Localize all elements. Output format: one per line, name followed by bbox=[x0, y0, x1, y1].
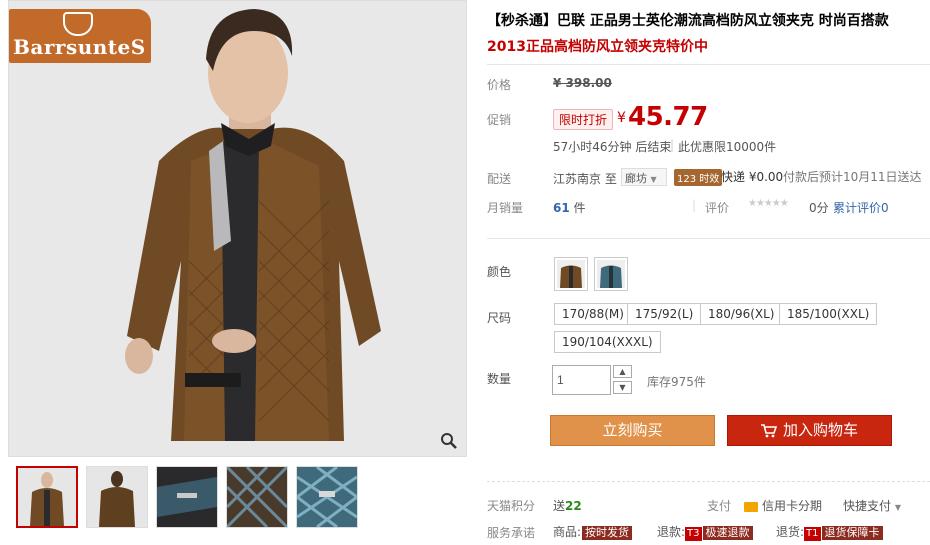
color-swatch-blue[interactable] bbox=[594, 257, 628, 291]
service-label: 服务承诺 bbox=[487, 526, 536, 540]
payment-label: 支付 bbox=[707, 499, 732, 513]
stock-count: 库存975件 bbox=[647, 375, 706, 389]
price-label: 价格 bbox=[487, 78, 512, 92]
delivery-label: 配送 bbox=[487, 172, 512, 186]
thumbnail-1[interactable] bbox=[16, 466, 78, 528]
model-photo bbox=[9, 1, 466, 456]
brand-mark-icon bbox=[63, 12, 93, 36]
divider bbox=[487, 64, 930, 65]
sales-divider: | bbox=[692, 198, 697, 212]
countdown-text: 57小时46分钟 后结束 bbox=[553, 140, 672, 154]
credit-card-icon bbox=[744, 501, 758, 512]
points-prefix: 送 bbox=[553, 499, 566, 513]
original-price: ¥ 398.00 bbox=[553, 76, 612, 90]
service-shipping: 商品: 按时发货 bbox=[553, 523, 633, 540]
size-option-m[interactable]: 170/88(M) bbox=[554, 303, 632, 325]
size-option-xl[interactable]: 180/96(XL) bbox=[700, 303, 783, 325]
refund-tag[interactable]: 极速退款 bbox=[702, 526, 753, 540]
destination-city-select[interactable]: 廊坊 ▼ bbox=[621, 168, 667, 186]
delivery-time-badge: 123 时效 bbox=[674, 169, 723, 186]
rating-score: 0分 bbox=[809, 201, 829, 215]
quantity-label: 数量 bbox=[487, 372, 512, 386]
return-code: T1 bbox=[804, 527, 821, 541]
express-fee: 快递 ¥0.00 bbox=[721, 170, 784, 184]
points-number: 22 bbox=[565, 499, 582, 513]
divider bbox=[487, 481, 930, 482]
sales-unit: 件 bbox=[573, 201, 586, 215]
quantity-input[interactable] bbox=[552, 365, 611, 395]
thumbnail-4[interactable] bbox=[226, 466, 288, 528]
return-tag[interactable]: 退货保障卡 bbox=[821, 526, 883, 540]
shipping-prefix: 商品: bbox=[553, 525, 582, 539]
chevron-down-icon: ▼ bbox=[650, 175, 657, 184]
service-refund: 退款: T3 极速退款 bbox=[657, 523, 753, 541]
monthly-sales-label: 月销量 bbox=[487, 201, 524, 215]
currency-symbol: ¥ bbox=[617, 110, 626, 126]
divider bbox=[487, 238, 930, 239]
delivery-from: 江苏南京 至 bbox=[553, 172, 617, 186]
brand-logo: BarrsunteS bbox=[9, 9, 151, 63]
zoom-icon[interactable] bbox=[440, 432, 458, 450]
color-label: 颜色 bbox=[487, 265, 512, 279]
cart-icon bbox=[760, 423, 777, 437]
product-subtitle: 2013正品高档防风立领夹克特价中 bbox=[487, 39, 708, 55]
destination-city: 廊坊 bbox=[625, 172, 647, 185]
size-label: 尺码 bbox=[487, 311, 512, 325]
promo-tag: 限时打折 bbox=[553, 109, 614, 130]
rating-label: 评价 bbox=[705, 201, 730, 215]
product-main-image[interactable]: BarrsunteS bbox=[8, 0, 467, 457]
promo-limit: 此优惠限10000件 bbox=[678, 140, 777, 154]
quantity-decrease-button[interactable]: ▼ bbox=[613, 381, 632, 394]
countdown-divider: | bbox=[670, 138, 675, 152]
promo-label: 促销 bbox=[487, 113, 512, 127]
promo-price: 45.77 bbox=[628, 102, 708, 132]
size-option-l[interactable]: 175/92(L) bbox=[627, 303, 702, 325]
product-title: 【秒杀通】巴联 正品男士英伦潮流高档防风立领夹克 时尚百搭款 bbox=[487, 13, 889, 29]
refund-code: T3 bbox=[685, 527, 702, 541]
thumbnail-5[interactable] bbox=[296, 466, 358, 528]
refund-prefix: 退款: bbox=[657, 525, 686, 539]
add-to-cart-label: 加入购物车 bbox=[782, 421, 858, 439]
size-option-xxl[interactable]: 185/100(XXL) bbox=[779, 303, 878, 325]
quick-pay-dropdown[interactable]: 快捷支付 ▼ bbox=[843, 497, 901, 514]
buy-now-button[interactable]: 立刻购买 bbox=[550, 415, 715, 446]
quantity-increase-button[interactable]: ▲ bbox=[613, 365, 632, 378]
monthly-sales: 61 件 bbox=[553, 199, 586, 216]
quick-pay-label: 快捷支付 bbox=[843, 499, 892, 513]
sales-count: 61 bbox=[553, 201, 570, 215]
thumbnail-3[interactable] bbox=[156, 466, 218, 528]
service-return: 退货: T1 退货保障卡 bbox=[776, 523, 883, 541]
shipping-tag[interactable]: 按时发货 bbox=[582, 526, 633, 540]
return-prefix: 退货: bbox=[776, 525, 805, 539]
size-option-xxxl[interactable]: 190/104(XXXL) bbox=[554, 331, 661, 353]
brand-logo-text: BarrsunteS bbox=[13, 35, 146, 59]
credit-installment-label: 信用卡分期 bbox=[762, 499, 823, 513]
chevron-down-icon: ▼ bbox=[894, 503, 901, 512]
rating-stars: ★★★★★ bbox=[748, 198, 789, 209]
points-value: 送22 bbox=[553, 497, 582, 514]
points-label: 天猫积分 bbox=[487, 499, 536, 513]
add-to-cart-button[interactable]: 加入购物车 bbox=[727, 415, 892, 446]
credit-installment[interactable]: 信用卡分期 bbox=[744, 497, 822, 514]
thumbnail-2[interactable] bbox=[86, 466, 148, 528]
color-swatch-brown[interactable] bbox=[554, 257, 588, 291]
delivery-estimate: 付款后预计10月11日送达 bbox=[783, 170, 922, 184]
review-count-link[interactable]: 累计评价0 bbox=[833, 199, 889, 216]
